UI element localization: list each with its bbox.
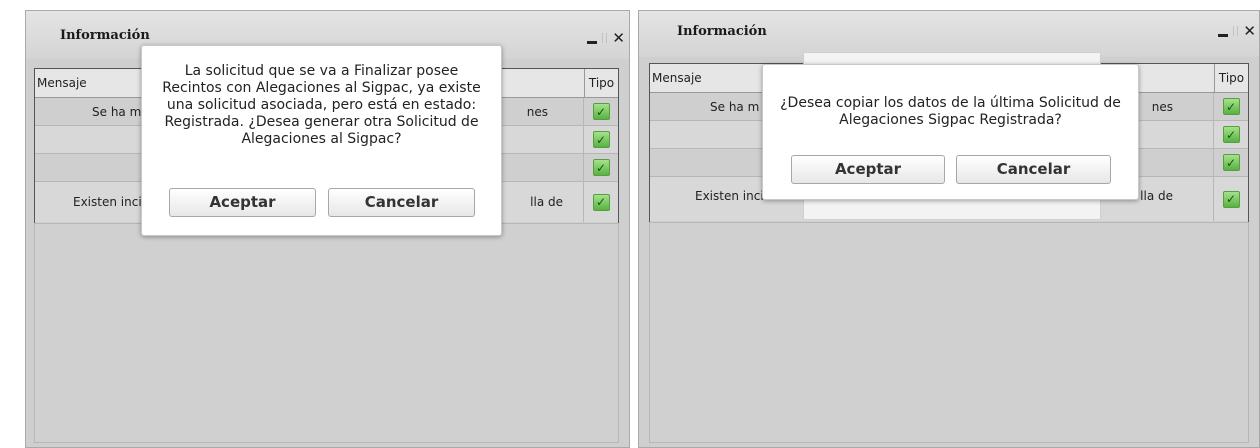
row-type-cell: ✓	[583, 98, 618, 125]
cancel-button[interactable]: Cancelar	[328, 188, 475, 217]
column-header-type[interactable]: Tipo	[584, 69, 618, 97]
row-type-cell: ✓	[1213, 121, 1248, 148]
window-title: Información	[60, 28, 150, 43]
check-icon: ✓	[1222, 190, 1240, 208]
window-title: Información	[677, 24, 767, 39]
row-message: Existen inci	[695, 189, 764, 203]
minimize-icon[interactable]	[587, 40, 598, 44]
detail-area	[34, 223, 619, 443]
detail-area	[649, 222, 1249, 443]
row-message-tail: nes	[526, 105, 548, 119]
check-icon: ✓	[1222, 98, 1240, 115]
row-type-cell: ✓	[583, 126, 618, 153]
row-message-tail: lla de	[530, 195, 563, 209]
row-type-cell: ✓	[1213, 93, 1248, 120]
check-icon: ✓	[592, 193, 610, 211]
row-message-tail: nes	[1151, 100, 1173, 114]
window-controls: ✕	[587, 29, 625, 47]
confirm-dialog-right: ¿Desea copiar los datos de la última Sol…	[762, 64, 1139, 200]
column-header-message[interactable]: Mensaje	[37, 76, 87, 90]
dialog-message: La solicitud que se va a Finalizar posee…	[162, 63, 481, 147]
column-header-type[interactable]: Tipo	[1214, 64, 1248, 92]
minimize-icon[interactable]	[1218, 33, 1229, 37]
row-type-cell: ✓	[1213, 149, 1248, 176]
maximize-icon[interactable]	[602, 33, 608, 43]
accept-button[interactable]: Aceptar	[791, 155, 945, 184]
confirm-dialog-left: La solicitud que se va a Finalizar posee…	[141, 45, 502, 236]
row-message: Existen inci	[73, 195, 142, 209]
check-icon: ✓	[1222, 126, 1240, 143]
row-message-tail: lla de	[1140, 189, 1173, 203]
column-header-message[interactable]: Mensaje	[652, 71, 702, 85]
accept-button[interactable]: Aceptar	[169, 188, 316, 217]
row-type-cell: ✓	[583, 182, 618, 222]
maximize-icon[interactable]	[1233, 26, 1239, 36]
cancel-button[interactable]: Cancelar	[956, 155, 1111, 184]
row-message: Se ha m	[92, 105, 142, 119]
row-type-cell: ✓	[583, 154, 618, 181]
check-icon: ✓	[592, 103, 610, 120]
check-icon: ✓	[592, 159, 610, 176]
dialog-message: ¿Desea copiar los datos de la última Sol…	[780, 95, 1121, 128]
window-controls: ✕	[1218, 22, 1256, 40]
row-type-cell: ✓	[1213, 177, 1248, 221]
close-icon[interactable]: ✕	[612, 30, 625, 46]
check-icon: ✓	[592, 131, 610, 148]
close-icon[interactable]: ✕	[1243, 23, 1256, 39]
row-message: Se ha m	[710, 100, 760, 114]
window-titlebar[interactable]: Información ✕	[639, 11, 1259, 57]
check-icon: ✓	[1222, 154, 1240, 171]
